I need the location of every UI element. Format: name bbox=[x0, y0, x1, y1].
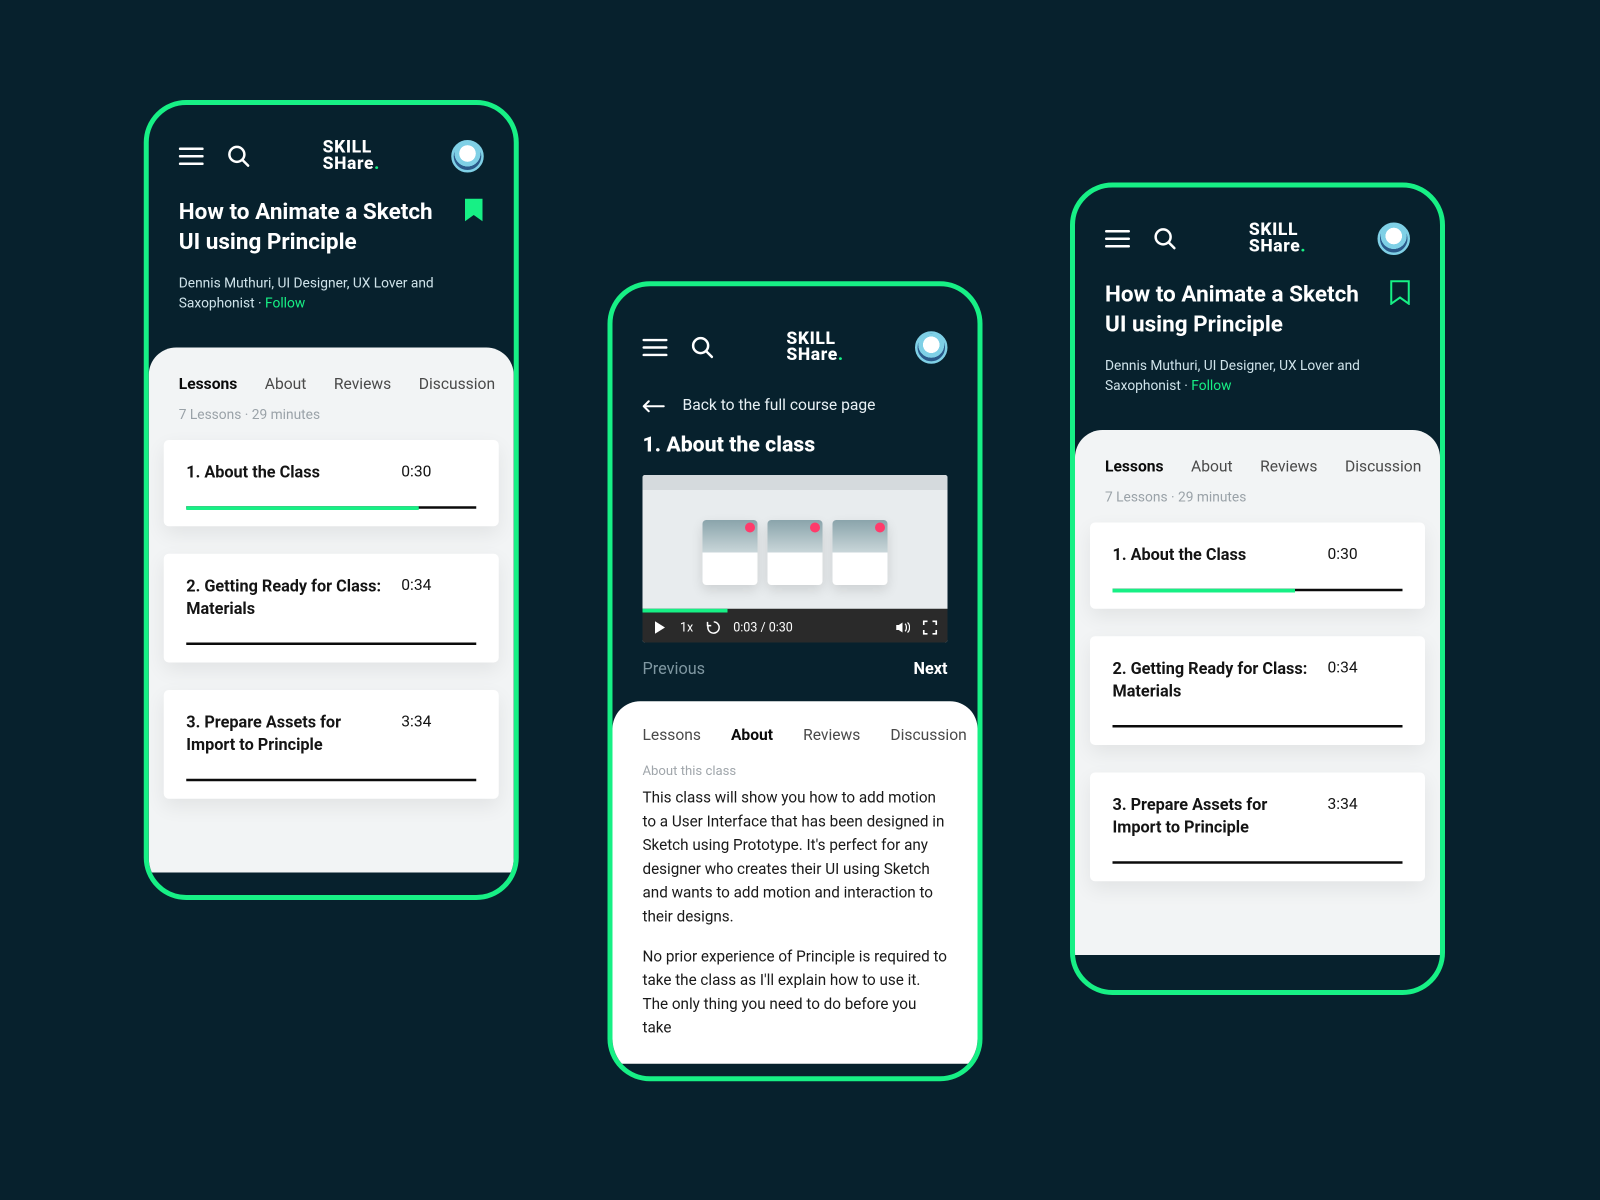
lesson-card[interactable]: 1. About the Class 0:30 bbox=[164, 439, 499, 526]
video-player[interactable]: 1x 0:03 / 0:30 bbox=[643, 475, 948, 643]
course-title: How to Animate a Sketch UI using Princip… bbox=[179, 198, 447, 259]
lesson-card[interactable]: 1. About the Class 0:30 bbox=[1090, 522, 1425, 609]
about-paragraph: This class will show you how to add moti… bbox=[643, 786, 948, 928]
lesson-card[interactable]: 3. Prepare Assets for Import to Principl… bbox=[164, 690, 499, 799]
author-byline: Dennis Muthuri, UI Designer, UX Lover an… bbox=[179, 273, 484, 314]
lesson-heading: 1. About the class bbox=[613, 428, 978, 476]
author-byline: Dennis Muthuri, UI Designer, UX Lover an… bbox=[1105, 356, 1410, 397]
tab-about[interactable]: About bbox=[731, 726, 773, 745]
tab-lessons[interactable]: Lessons bbox=[643, 726, 701, 745]
phone-course-overview-alt: SKILLSHare. How to Animate a Sketch UI u… bbox=[1070, 183, 1445, 996]
menu-icon[interactable] bbox=[179, 144, 204, 169]
lesson-title: 2. Getting Ready for Class: Materials bbox=[1113, 659, 1313, 703]
author-text: Dennis Muthuri, UI Designer, UX Lover an… bbox=[179, 274, 434, 311]
tab-discussion[interactable]: Discussion bbox=[890, 726, 966, 745]
tab-lessons[interactable]: Lessons bbox=[1105, 457, 1164, 476]
video-chrome bbox=[643, 475, 948, 490]
brand-line2: SHare bbox=[323, 154, 375, 174]
course-header: How to Animate a Sketch UI using Princip… bbox=[149, 185, 514, 337]
about-subhead: About this class bbox=[643, 763, 948, 779]
tab-about[interactable]: About bbox=[1191, 457, 1233, 476]
lesson-duration: 0:34 bbox=[1328, 659, 1358, 678]
tab-reviews[interactable]: Reviews bbox=[803, 726, 860, 745]
brand-logo[interactable]: SKILLSHare. bbox=[1200, 223, 1355, 254]
lesson-pager: Previous Next bbox=[613, 643, 978, 702]
tab-reviews[interactable]: Reviews bbox=[334, 374, 391, 393]
phone-course-overview: SKILLSHare. How to Animate a Sketch UI u… bbox=[144, 100, 519, 900]
tabs: Lessons About Reviews Discussion bbox=[643, 726, 948, 757]
back-link[interactable]: Back to the full course page bbox=[613, 376, 978, 427]
tab-reviews[interactable]: Reviews bbox=[1260, 457, 1317, 476]
lessons-meta: 7 Lessons · 29 minutes bbox=[149, 406, 514, 440]
lesson-duration: 0:34 bbox=[401, 576, 431, 595]
back-text: Back to the full course page bbox=[683, 396, 876, 415]
lesson-title: 2. Getting Ready for Class: Materials bbox=[186, 576, 386, 620]
search-icon[interactable] bbox=[690, 335, 715, 360]
lesson-title: 3. Prepare Assets for Import to Principl… bbox=[1113, 795, 1313, 839]
lesson-duration: 3:34 bbox=[1328, 795, 1358, 814]
course-header: How to Animate a Sketch UI using Princip… bbox=[1075, 268, 1440, 420]
follow-link[interactable]: Follow bbox=[1191, 378, 1231, 394]
prev-button[interactable]: Previous bbox=[643, 660, 706, 679]
phone-lesson-detail: SKILLSHare. Back to the full course page… bbox=[608, 281, 983, 1081]
tab-about[interactable]: About bbox=[265, 374, 307, 393]
top-nav: SKILLSHare. bbox=[1075, 188, 1440, 268]
course-title: How to Animate a Sketch UI using Princip… bbox=[1105, 280, 1373, 341]
lesson-duration: 0:30 bbox=[1328, 544, 1358, 563]
tabs: Lessons About Reviews Discussion bbox=[149, 367, 514, 406]
lesson-title: 1. About the Class bbox=[1113, 544, 1313, 566]
time-label: 0:03 / 0:30 bbox=[733, 621, 793, 635]
lessons-sheet: Lessons About Reviews Discussion 7 Lesso… bbox=[149, 347, 514, 872]
lesson-title: 3. Prepare Assets for Import to Principl… bbox=[186, 713, 386, 757]
lesson-card[interactable]: 3. Prepare Assets for Import to Principl… bbox=[1090, 773, 1425, 882]
lesson-card[interactable]: 2. Getting Ready for Class: Materials 0:… bbox=[1090, 636, 1425, 745]
lessons-sheet: Lessons About Reviews Discussion 7 Lesso… bbox=[1075, 429, 1440, 954]
lesson-duration: 0:30 bbox=[401, 462, 431, 481]
follow-link[interactable]: Follow bbox=[265, 295, 305, 311]
lesson-progress bbox=[1113, 862, 1403, 865]
brand-logo[interactable]: SKILLSHare. bbox=[738, 332, 893, 363]
fullscreen-icon[interactable] bbox=[923, 620, 938, 635]
avatar[interactable] bbox=[915, 331, 948, 364]
search-icon[interactable] bbox=[1153, 226, 1178, 251]
play-icon[interactable] bbox=[653, 620, 668, 635]
brand-logo[interactable]: SKILLSHare. bbox=[274, 141, 429, 172]
next-button[interactable]: Next bbox=[913, 660, 947, 679]
tab-discussion[interactable]: Discussion bbox=[1345, 457, 1421, 476]
top-nav: SKILLSHare. bbox=[149, 105, 514, 185]
bookmark-icon[interactable] bbox=[464, 198, 484, 223]
lesson-progress bbox=[186, 779, 476, 782]
lesson-card[interactable]: 2. Getting Ready for Class: Materials 0:… bbox=[164, 554, 499, 663]
lesson-progress bbox=[1113, 725, 1403, 728]
top-nav: SKILLSHare. bbox=[613, 286, 978, 376]
about-paragraph: No prior experience of Principle is requ… bbox=[643, 946, 948, 1041]
arrow-left-icon bbox=[643, 399, 666, 412]
lesson-progress bbox=[186, 506, 476, 509]
author-text: Dennis Muthuri, UI Designer, UX Lover an… bbox=[1105, 357, 1360, 394]
bookmark-icon[interactable] bbox=[1390, 280, 1410, 305]
tabs: Lessons About Reviews Discussion bbox=[1075, 449, 1440, 488]
lesson-title: 1. About the Class bbox=[186, 462, 386, 484]
volume-icon[interactable] bbox=[895, 620, 910, 635]
avatar[interactable] bbox=[1378, 223, 1411, 256]
tab-lessons[interactable]: Lessons bbox=[179, 374, 238, 393]
speed-label[interactable]: 1x bbox=[680, 621, 693, 635]
lessons-meta: 7 Lessons · 29 minutes bbox=[1075, 488, 1440, 522]
tab-discussion[interactable]: Discussion bbox=[419, 374, 495, 393]
lesson-duration: 3:34 bbox=[401, 713, 431, 732]
about-sheet: Lessons About Reviews Discussion About t… bbox=[613, 701, 978, 1064]
avatar[interactable] bbox=[451, 140, 484, 173]
rewind-icon[interactable] bbox=[706, 620, 721, 635]
video-controls: 1x 0:03 / 0:30 bbox=[643, 613, 948, 643]
search-icon[interactable] bbox=[226, 144, 251, 169]
menu-icon[interactable] bbox=[643, 335, 668, 360]
menu-icon[interactable] bbox=[1105, 226, 1130, 251]
lesson-progress bbox=[186, 643, 476, 646]
lesson-progress bbox=[1113, 589, 1403, 592]
